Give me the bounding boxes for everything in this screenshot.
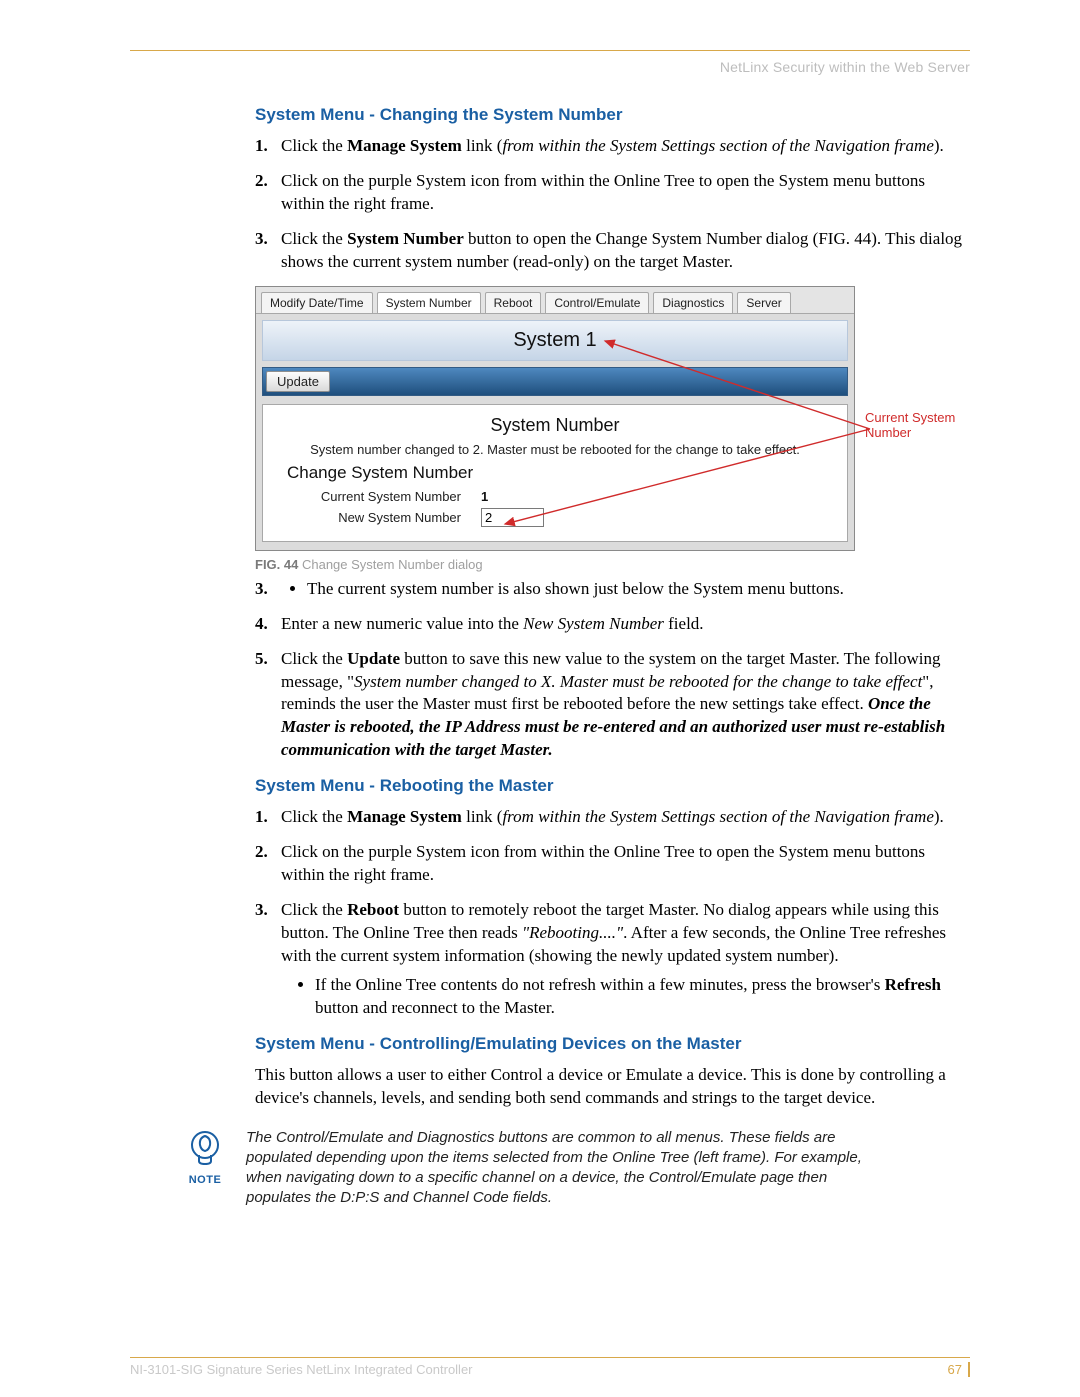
panel-title: System Number: [271, 415, 839, 436]
s2-step3: Click the Reboot button to remotely rebo…: [255, 899, 970, 1020]
new-system-number-input[interactable]: [481, 508, 544, 527]
section3-para: This button allows a user to either Cont…: [255, 1064, 970, 1110]
figure-44-caption: FIG. 44 Change System Number dialog: [255, 557, 970, 572]
tab-server[interactable]: Server: [737, 292, 790, 313]
tab-modify-datetime[interactable]: Modify Date/Time: [261, 292, 373, 313]
txt: ).: [934, 807, 944, 826]
update-button[interactable]: Update: [266, 371, 330, 392]
s2-step2: Click on the purple System icon from wit…: [255, 841, 970, 887]
txt: link (: [462, 807, 503, 826]
txt: Reboot: [347, 900, 399, 919]
txt: Enter a new numeric value into the: [281, 614, 523, 633]
txt: "Rebooting....": [522, 923, 623, 942]
figure-44: Modify Date/Time System Number Reboot Co…: [255, 286, 855, 551]
note-label: NOTE: [180, 1174, 230, 1186]
current-system-number-label: Current System Number: [311, 489, 461, 504]
page-number: 67: [948, 1362, 970, 1377]
s1-bullet1: The current system number is also shown …: [307, 578, 970, 601]
txt: System Number: [347, 229, 464, 248]
system-title: System 1: [262, 320, 848, 361]
txt: ).: [934, 136, 944, 155]
s1-step3: Click the System Number button to open t…: [255, 228, 970, 274]
txt: FIG. 44: [255, 557, 298, 572]
footer-product: NI-3101-SIG Signature Series NetLinx Int…: [130, 1362, 473, 1377]
panel-subtitle: Change System Number: [287, 463, 839, 483]
txt: Refresh: [885, 975, 941, 994]
note-text: The Control/Emulate and Diagnostics butt…: [246, 1128, 886, 1209]
panel-message: System number changed to 2. Master must …: [271, 442, 839, 457]
txt: Click the: [281, 900, 347, 919]
tab-control-emulate[interactable]: Control/Emulate: [545, 292, 649, 313]
note-icon: NOTE: [180, 1128, 230, 1186]
current-system-number-value: 1: [481, 489, 488, 504]
callout-current-system-number: Current System Number: [865, 410, 960, 441]
s2-step1: Click the Manage System link (from withi…: [255, 806, 970, 829]
txt: Change System Number dialog: [298, 557, 482, 572]
tab-diagnostics[interactable]: Diagnostics: [653, 292, 733, 313]
txt: Update: [347, 649, 400, 668]
section2-title: System Menu - Rebooting the Master: [255, 776, 970, 796]
txt: Click the: [281, 649, 347, 668]
txt: Manage System: [347, 136, 462, 155]
tab-reboot[interactable]: Reboot: [485, 292, 542, 313]
txt: button and reconnect to the Master.: [315, 998, 555, 1017]
txt: Manage System: [347, 807, 462, 826]
s1-step1: Click the Manage System link (from withi…: [255, 135, 970, 158]
s1-step4: Enter a new numeric value into the New S…: [255, 613, 970, 636]
page-header: NetLinx Security within the Web Server: [130, 59, 970, 75]
txt: from within the System Settings section …: [502, 807, 933, 826]
new-system-number-label: New System Number: [311, 510, 461, 525]
txt: field.: [664, 614, 704, 633]
txt: System number changed to X. Master must …: [354, 672, 922, 691]
s1-step2: Click on the purple System icon from wit…: [255, 170, 970, 216]
tab-system-number[interactable]: System Number: [377, 292, 481, 313]
section1-title: System Menu - Changing the System Number: [255, 105, 970, 125]
txt: Click the: [281, 136, 347, 155]
txt: Click the: [281, 807, 347, 826]
s2-bullet: If the Online Tree contents do not refre…: [315, 974, 970, 1020]
txt: link (: [462, 136, 503, 155]
section3-title: System Menu - Controlling/Emulating Devi…: [255, 1034, 970, 1054]
txt: from within the System Settings section …: [502, 136, 933, 155]
txt: If the Online Tree contents do not refre…: [315, 975, 885, 994]
s1-step5: Click the Update button to save this new…: [255, 648, 970, 763]
txt: New System Number: [523, 614, 664, 633]
txt: Click the: [281, 229, 347, 248]
